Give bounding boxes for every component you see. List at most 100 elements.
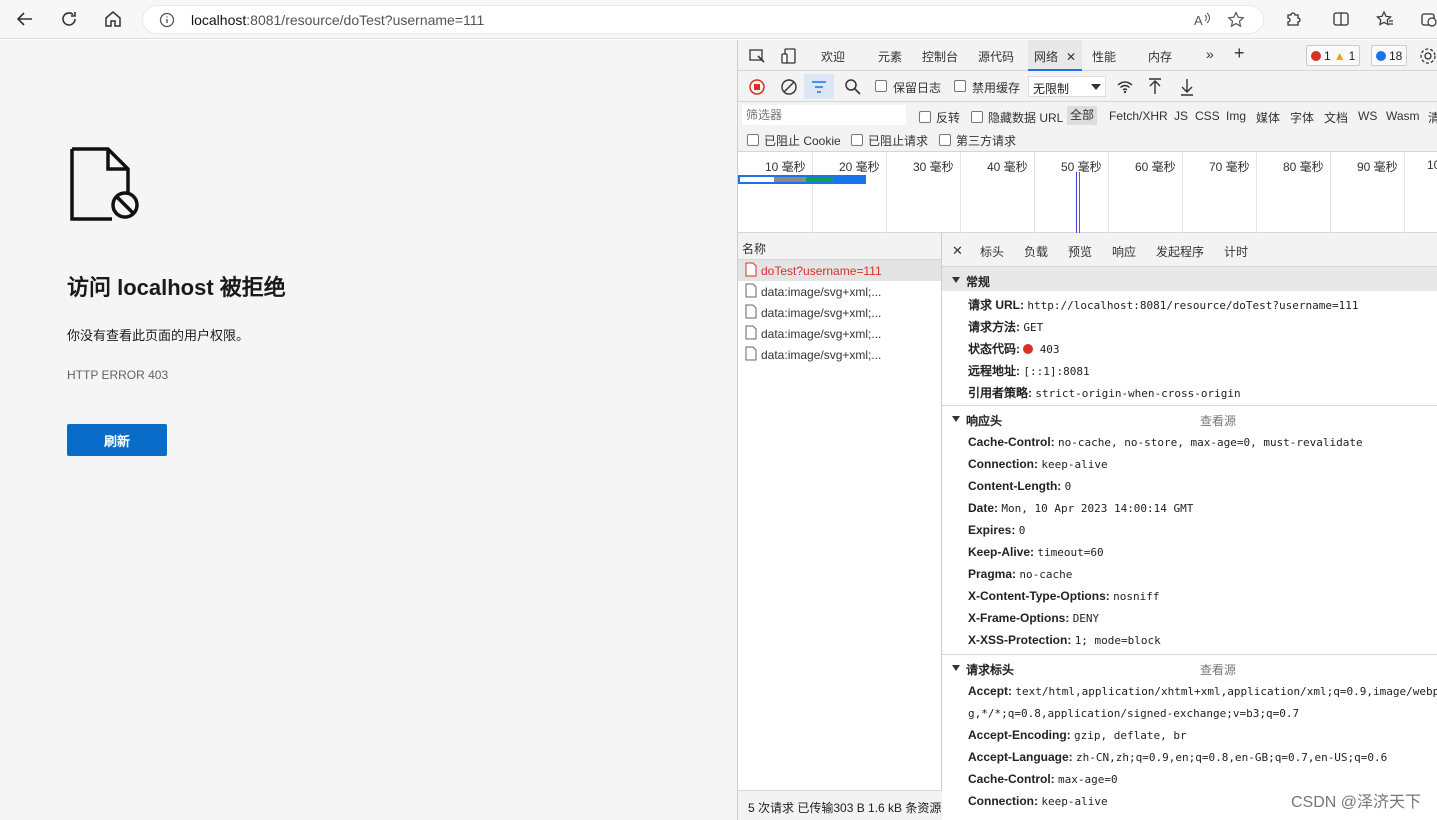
invert-label: 反转 [936,111,961,125]
filter-icon [812,81,826,93]
close-icon[interactable]: ✕ [952,243,963,259]
third-party-checkbox[interactable] [939,134,951,146]
tab-preview[interactable]: 预览 [1068,243,1092,260]
info-icon[interactable] [159,12,175,28]
browser-toolbar: localhost:8081/resource/doTest?username=… [0,0,1437,39]
collections-button[interactable] [1414,5,1437,33]
header-row: 引用者策略: strict-origin-when-cross-origin [968,386,1241,400]
request-headers-section-header[interactable]: 请求标头 查看源 [942,655,1437,679]
header-row: Accept: text/html,application/xhtml+xml,… [968,684,1437,698]
request-row[interactable]: data:image/svg+xml;... [738,323,941,344]
header-row: Pragma: no-cache [968,567,1073,581]
request-list: 名称 doTest?username=111 data:image/svg+xm… [738,233,942,820]
inspect-icon[interactable] [748,47,766,65]
name-column-header[interactable]: 名称 [738,233,941,260]
timeline-tick-label: 90 毫秒 [1357,160,1398,174]
type-filter-ws[interactable]: WS [1358,109,1377,123]
tab-initiator[interactable]: 发起程序 [1156,243,1204,260]
type-filter-xhr[interactable]: Fetch/XHR [1109,109,1168,123]
tab-memory[interactable]: 内存 [1148,48,1172,65]
type-filter-js[interactable]: JS [1174,109,1188,123]
home-button[interactable] [98,5,128,33]
refresh-button[interactable] [54,5,84,33]
tab-elements[interactable]: 元素 [878,48,902,65]
type-filter-all[interactable]: 全部 [1067,106,1098,125]
document-icon [745,304,757,319]
type-filter-img[interactable]: Img [1226,109,1246,123]
reload-button[interactable]: 刷新 [67,424,167,456]
collections-icon [1421,13,1437,27]
hide-data-urls-checkbox[interactable] [971,111,983,123]
view-source-link[interactable]: 查看源 [1200,412,1236,429]
document-icon [745,325,757,340]
type-filter-wasm[interactable]: Wasm [1386,109,1420,123]
request-row[interactable]: data:image/svg+xml;... [738,344,941,365]
type-filter-manifest[interactable]: 清 [1428,109,1437,126]
extensions-button[interactable] [1278,5,1308,33]
request-row[interactable]: data:image/svg+xml;... [738,281,941,302]
filter-input[interactable] [742,105,906,125]
triangle-down-icon [952,665,960,671]
tab-headers[interactable]: 标头 [980,243,1005,269]
warning-icon: ▲ [1333,48,1346,63]
arrow-left-icon [16,12,32,26]
import-har-icon[interactable] [1146,78,1164,96]
type-filter-font[interactable]: 字体 [1290,109,1314,126]
split-screen-button[interactable] [1326,5,1356,33]
url-text[interactable]: localhost:8081/resource/doTest?username=… [191,12,484,28]
messages-badge[interactable]: 18 [1371,45,1408,66]
filter-toggle[interactable] [804,74,834,99]
timeline-tick-label: 30 毫秒 [913,160,954,174]
timeline-tick-label: 60 毫秒 [1135,160,1176,174]
close-tab-icon[interactable]: ✕ [1066,50,1076,64]
request-row[interactable]: doTest?username=111 [738,260,941,281]
request-summary-status: 5 次请求 已传输303 B 1.6 kB 条资源 [738,790,942,820]
timeline-gridline [1034,152,1035,233]
disable-cache-checkbox[interactable] [954,80,966,92]
type-filter-css[interactable]: CSS [1195,109,1220,123]
error-code: HTTP ERROR 403 [67,368,169,382]
read-aloud-icon[interactable]: A [1193,11,1211,29]
tab-performance[interactable]: 性能 [1092,48,1116,65]
header-row: Date: Mon, 10 Apr 2023 14:00:14 GMT [968,501,1194,515]
issues-badge[interactable]: 1 ▲ 1 [1306,45,1361,66]
tab-network[interactable]: 网络 ✕ [1028,40,1083,71]
tab-sources[interactable]: 源代码 [978,48,1014,65]
blocked-requests-checkbox[interactable] [851,134,863,146]
tab-payload[interactable]: 负载 [1024,243,1048,260]
general-section-header[interactable]: 常规 [942,267,1437,291]
header-row: Keep-Alive: timeout=60 [968,545,1104,559]
tab-console[interactable]: 控制台 [922,48,958,65]
clear-icon[interactable] [780,78,798,96]
record-icon[interactable] [748,78,766,96]
blocked-cookies-checkbox[interactable] [747,134,759,146]
header-row: X-Content-Type-Options: nosniff [968,589,1160,603]
type-filter-media[interactable]: 媒体 [1256,109,1280,126]
search-icon[interactable] [844,78,862,96]
gear-icon[interactable] [1419,47,1437,65]
document-error-icon [745,262,757,277]
invert-checkbox[interactable] [919,111,931,123]
export-har-icon[interactable] [1178,78,1196,96]
tab-timing[interactable]: 计时 [1224,243,1248,260]
add-favorite-icon[interactable] [1227,11,1245,29]
device-emulation-icon[interactable] [780,47,798,65]
header-row: Cache-Control: max-age=0 [968,772,1118,786]
request-row[interactable]: data:image/svg+xml;... [738,302,941,323]
tab-welcome[interactable]: 欢迎 [821,48,845,65]
type-filter-doc[interactable]: 文档 [1324,109,1348,126]
view-source-link[interactable]: 查看源 [1200,661,1236,678]
preserve-log-checkbox[interactable] [875,80,887,92]
add-tab-icon[interactable]: + [1234,43,1245,64]
response-headers-section-header[interactable]: 响应头 查看源 [942,406,1437,430]
favorites-button[interactable] [1370,5,1400,33]
back-button[interactable] [10,5,40,33]
chevron-down-icon [1091,84,1101,90]
network-conditions-icon[interactable] [1116,78,1134,96]
timeline-overview[interactable]: 10 毫秒 20 毫秒 30 毫秒 40 毫秒 50 毫秒 60 毫秒 70 毫… [738,152,1437,233]
timeline-gridline [960,152,961,233]
throttle-select[interactable]: 无限制 [1028,76,1106,97]
address-bar[interactable]: localhost:8081/resource/doTest?username=… [142,5,1264,34]
tab-response[interactable]: 响应 [1112,243,1136,260]
more-tabs-icon[interactable]: » [1206,46,1214,62]
